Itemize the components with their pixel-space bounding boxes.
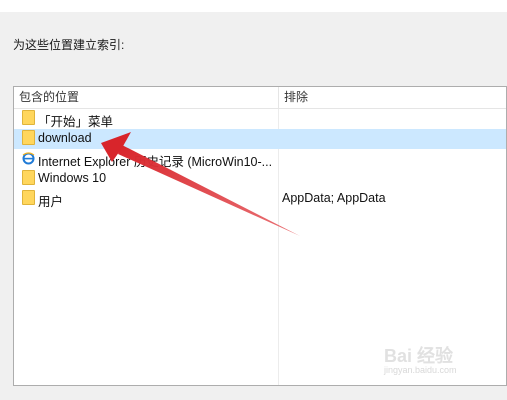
location-name: 「开始」菜单 (38, 115, 114, 129)
list-item-users[interactable]: 用户 AppData; AppData (14, 189, 506, 209)
location-name: Internet Explorer 历史记录 (MicroWin10-... (38, 155, 273, 169)
list-item-ie-history[interactable]: Internet Explorer 历史记录 (MicroWin10-... (14, 149, 506, 169)
folder-icon (22, 170, 35, 185)
location-name: 用户 (38, 195, 64, 209)
folder-icon (22, 130, 35, 145)
indexing-options-window: 为这些位置建立索引: 包含的位置 排除 「开始」菜单 download Inte… (0, 0, 507, 400)
list-header: 包含的位置 排除 (14, 87, 506, 109)
folder-icon (22, 190, 35, 205)
internet-explorer-icon (22, 152, 35, 165)
column-header-exclude[interactable]: 排除 (279, 87, 506, 109)
column-header-location[interactable]: 包含的位置 (14, 87, 279, 109)
location-name: Windows 10 (38, 171, 107, 185)
index-locations-heading: 为这些位置建立索引: (13, 38, 125, 52)
list-item-windows10[interactable]: Windows 10 (14, 169, 506, 189)
folder-icon (22, 110, 35, 125)
location-name: download (38, 131, 92, 145)
watermark-url: jingyan.baidu.com (384, 365, 457, 375)
top-strip (0, 0, 507, 12)
exclude-value: AppData; AppData (282, 191, 386, 205)
list-item-start-menu[interactable]: 「开始」菜单 (14, 109, 506, 129)
list-item-download[interactable]: download (14, 129, 506, 149)
included-locations-list[interactable]: 包含的位置 排除 「开始」菜单 download Internet Explor… (13, 86, 507, 386)
